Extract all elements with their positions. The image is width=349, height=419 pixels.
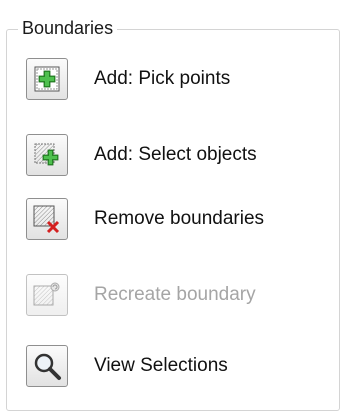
view-selections-item[interactable]: View Selections — [26, 343, 326, 389]
add-pick-points-item[interactable]: Add: Pick points — [26, 56, 326, 102]
magnifier-icon — [34, 353, 61, 380]
add-pick-points-button[interactable] — [26, 58, 68, 100]
add-pick-points-icon — [34, 66, 60, 92]
view-selections-button[interactable] — [26, 345, 68, 387]
remove-boundaries-item[interactable]: Remove boundaries — [26, 196, 326, 242]
boundaries-group-title: Boundaries — [18, 17, 118, 39]
add-select-objects-button[interactable] — [26, 134, 68, 176]
recreate-boundary-item[interactable]: Recreate boundary — [26, 272, 326, 318]
add-select-objects-item[interactable]: Add: Select objects — [26, 132, 326, 178]
add-select-objects-icon — [34, 143, 59, 166]
view-selections-label: View Selections — [94, 355, 228, 376]
add-pick-points-label: Add: Pick points — [94, 68, 231, 89]
recreate-boundary-icon — [33, 282, 60, 306]
remove-boundaries-icon — [33, 205, 60, 234]
recreate-boundary-label: Recreate boundary — [94, 284, 256, 305]
remove-boundaries-button[interactable] — [26, 198, 68, 240]
recreate-boundary-button[interactable] — [26, 274, 68, 316]
add-select-objects-label: Add: Select objects — [94, 144, 257, 165]
remove-boundaries-label: Remove boundaries — [94, 208, 265, 229]
